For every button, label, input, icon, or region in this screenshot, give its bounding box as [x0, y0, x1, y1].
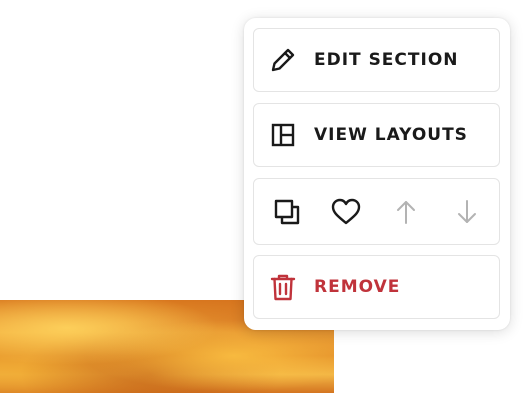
layout-icon [268, 120, 298, 150]
remove-button[interactable]: REMOVE [253, 255, 500, 319]
arrow-down-icon [458, 200, 476, 223]
view-layouts-button[interactable]: VIEW LAYOUTS [253, 103, 500, 167]
favorite-button[interactable] [330, 196, 362, 228]
duplicate-icon [274, 199, 300, 225]
section-actions-row [253, 178, 500, 245]
heart-icon [331, 198, 361, 225]
pencil-icon [268, 45, 298, 75]
duplicate-button[interactable] [271, 196, 303, 228]
trash-icon [268, 272, 298, 302]
move-down-button[interactable] [451, 196, 483, 228]
remove-label: REMOVE [314, 277, 401, 297]
arrow-up-icon [397, 201, 415, 224]
view-layouts-label: VIEW LAYOUTS [314, 125, 468, 145]
move-up-button[interactable] [390, 196, 422, 228]
page-canvas: EDIT SECTION VIEW LAYOUTS REMOVE [0, 0, 524, 393]
edit-section-label: EDIT SECTION [314, 50, 459, 70]
edit-section-button[interactable]: EDIT SECTION [253, 28, 500, 92]
section-context-menu: EDIT SECTION VIEW LAYOUTS REMOVE [244, 18, 510, 330]
